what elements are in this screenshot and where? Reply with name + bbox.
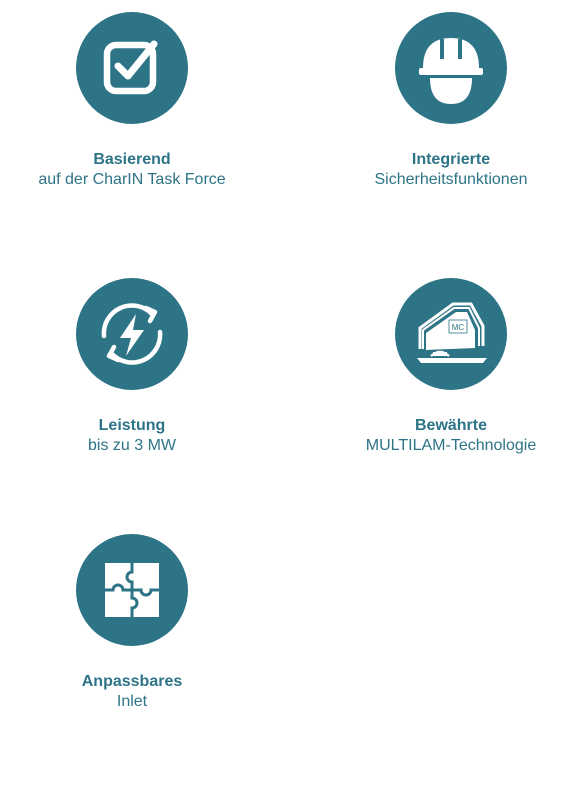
feature-subtitle: auf der CharIN Task Force xyxy=(38,171,226,188)
feature-title: Anpassbares xyxy=(81,673,183,690)
feature-subtitle: bis zu 3 MW xyxy=(87,437,176,454)
hard-hat-icon xyxy=(419,38,483,104)
feature-title: Basierend xyxy=(93,151,171,168)
connector-contact-icon: MC xyxy=(417,302,487,363)
feature-inlet: Anpassbares Inlet xyxy=(2,534,262,712)
feature-subtitle: Inlet xyxy=(116,693,148,710)
feature-icon-circle: MC xyxy=(395,278,507,390)
feature-icon-circle xyxy=(76,278,188,390)
feature-icon-circle xyxy=(76,12,188,124)
feature-power: Leistung bis zu 3 MW xyxy=(2,278,262,456)
feature-title: Leistung xyxy=(98,417,166,434)
feature-icon-circle xyxy=(76,534,188,646)
feature-title: Integrierte xyxy=(411,151,491,168)
feature-subtitle: Sicherheitsfunktionen xyxy=(374,171,528,188)
feature-charin: Basierend auf der CharIN Task Force xyxy=(2,12,262,190)
feature-subtitle: MULTILAM-Technologie xyxy=(365,437,537,454)
feature-multilam: MC Bewährte MULTILAM-Technologie xyxy=(321,278,563,456)
mc-logo-mark: MC xyxy=(452,323,465,332)
power-cycle-icon xyxy=(101,303,163,365)
checkbox-icon xyxy=(103,40,158,95)
puzzle-icon xyxy=(105,563,159,617)
feature-icon-circle xyxy=(395,12,507,124)
feature-title: Bewährte xyxy=(414,417,488,434)
feature-safety: Integrierte Sicherheitsfunktionen xyxy=(321,12,563,190)
